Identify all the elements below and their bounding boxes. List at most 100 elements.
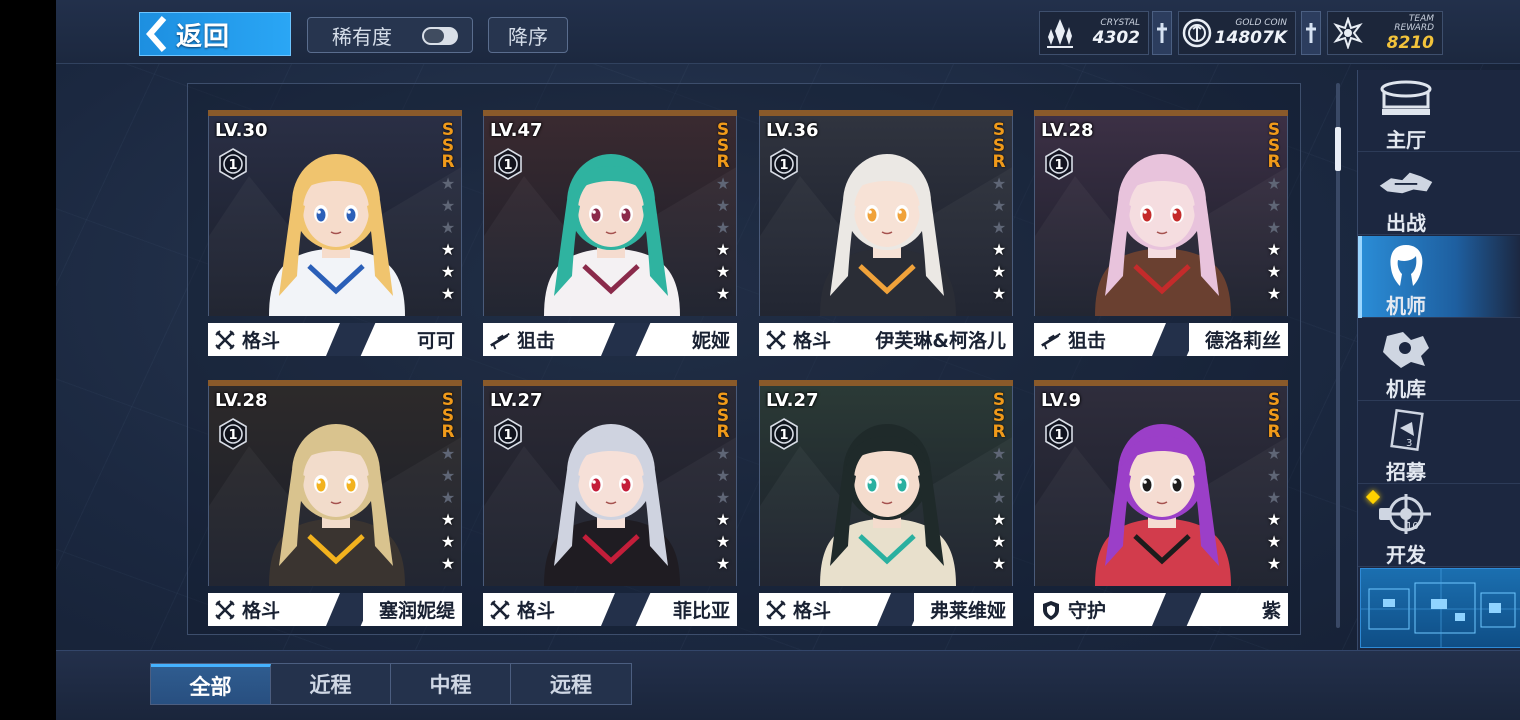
nav-item-hall[interactable]: 主厅 xyxy=(1358,70,1520,152)
rarity-label: SSR xyxy=(438,120,458,168)
tab-3[interactable]: 远程 xyxy=(511,664,631,704)
pilot-card[interactable]: LV.27 1 SSR ★ ★ ★ ★ ★ ★ 格斗 弗莱维娅 xyxy=(759,380,1013,626)
crossed-swords-icon xyxy=(765,329,787,351)
nav-item-recruit[interactable]: 招募 3 xyxy=(1358,402,1520,484)
star-rating: ★ ★ ★ ★ ★ ★ xyxy=(1265,444,1283,573)
card-footer: 狙击 妮娅 xyxy=(483,323,737,356)
pilot-card[interactable]: LV.91SSR★★★★★★任务中守护紫 xyxy=(1034,380,1288,626)
scrollbar-thumb[interactable] xyxy=(1335,127,1341,171)
back-button[interactable]: 返回 xyxy=(139,12,291,56)
sort-order-button[interactable]: 降序 xyxy=(488,17,568,53)
star-icon: ★ xyxy=(1266,284,1282,303)
crystal-counter: CRYSTAL 4302 xyxy=(1039,11,1149,55)
pilot-level: LV.9 xyxy=(1041,390,1081,411)
role-label: 守护 xyxy=(1068,600,1107,622)
shield-icon xyxy=(1040,599,1062,621)
add-gold-button[interactable] xyxy=(1301,11,1321,55)
pilot-card[interactable]: LV.28 1 SSR ★ ★ ★ ★ ★ ★ 格斗 塞润妮缇 xyxy=(208,380,462,626)
star-icon: ★ xyxy=(715,532,731,551)
svg-text:1: 1 xyxy=(1054,428,1063,443)
role-label: 狙击 xyxy=(1068,330,1107,352)
add-crystal-button[interactable] xyxy=(1152,11,1172,55)
pilot-name: 弗莱维娅 xyxy=(913,593,1006,626)
rarity-label: SSR xyxy=(713,120,733,168)
minimap[interactable] xyxy=(1360,568,1520,648)
role-tag: 格斗 xyxy=(483,593,615,626)
rarity-label: 稀有度 xyxy=(332,24,392,49)
pilot-portrait xyxy=(208,386,462,586)
tier-badge-icon: 1 xyxy=(217,418,249,450)
tier-badge-icon: 1 xyxy=(768,148,800,180)
right-nav: 主厅 出战机师机库 招募 3 开发 10 xyxy=(1357,70,1520,650)
rarity-toggle[interactable] xyxy=(422,27,458,45)
role-label: 格斗 xyxy=(242,330,281,352)
pilot-card[interactable]: LV.27 1 SSR ★ ★ ★ ★ ★ ★ 格斗 菲比亚 xyxy=(483,380,737,626)
pilot-screen: 返回 稀有度 降序 CRYSTAL 4302 GOLD COIN 14807K … xyxy=(56,0,1520,720)
role-tag: 格斗 xyxy=(759,593,891,626)
role-tag: 狙击 xyxy=(483,323,615,356)
card-footer: 守护 紫 xyxy=(1034,593,1288,626)
pilot-name: 紫 xyxy=(1245,593,1281,626)
card-footer: 格斗 可可 xyxy=(208,323,462,356)
nav-label: 开发 xyxy=(1386,543,1426,567)
rarity-filter-button[interactable]: 稀有度 xyxy=(307,17,473,53)
svg-text:1: 1 xyxy=(228,158,237,173)
chevron-left-icon xyxy=(144,12,170,56)
star-icon: ★ xyxy=(991,174,1007,193)
star-icon: ★ xyxy=(715,554,731,573)
star-icon: ★ xyxy=(1266,262,1282,281)
pilot-card[interactable]: LV.47 1 SSR ★ ★ ★ ★ ★ ★ 狙击 妮娅 xyxy=(483,110,737,356)
star-icon: ★ xyxy=(715,444,731,463)
nav-item-pilot[interactable]: 机师 xyxy=(1358,236,1520,318)
nav-item-sortie[interactable]: 出战 xyxy=(1358,153,1520,235)
star-icon: ★ xyxy=(440,284,456,303)
star-icon: ★ xyxy=(991,488,1007,507)
nav-label: 机师 xyxy=(1386,294,1426,318)
star-icon: ★ xyxy=(1266,444,1282,463)
tier-badge-icon: 1 xyxy=(768,418,800,450)
svg-text:1: 1 xyxy=(1054,158,1063,173)
tier-badge-icon: 1 xyxy=(492,148,524,180)
rarity-label: SSR xyxy=(1264,390,1284,438)
top-bar: 返回 稀有度 降序 CRYSTAL 4302 GOLD COIN 14807K … xyxy=(56,0,1520,64)
team-reward-caption: TEAM REWARD xyxy=(1394,13,1434,33)
crystal-icon xyxy=(1040,13,1080,53)
tab-0[interactable]: 全部 xyxy=(151,664,271,704)
pilot-portrait xyxy=(759,386,1013,586)
rarity-label: SSR xyxy=(438,390,458,438)
star-icon: ★ xyxy=(440,510,456,529)
star-rating: ★ ★ ★ ★ ★ ★ xyxy=(990,444,1008,573)
grid-scrollbar[interactable] xyxy=(1335,83,1341,628)
pilot-name: 妮娅 xyxy=(675,323,730,356)
crossed-swords-icon xyxy=(214,599,236,621)
gold-coin-caption: GOLD COIN xyxy=(1235,18,1287,28)
tab-1[interactable]: 近程 xyxy=(271,664,391,704)
svg-text:1: 1 xyxy=(503,158,512,173)
nav-item-develop[interactable]: 开发 10 xyxy=(1358,485,1520,567)
star-rating: ★ ★ ★ ★ ★ ★ xyxy=(714,174,732,303)
role-tag: 狙击 xyxy=(1034,323,1166,356)
rarity-label: SSR xyxy=(989,120,1009,168)
crossed-swords-icon xyxy=(765,599,787,621)
star-rating: ★ ★ ★ ★ ★ ★ xyxy=(1265,174,1283,303)
star-icon: ★ xyxy=(715,218,731,237)
star-icon: ★ xyxy=(440,174,456,193)
star-icon: ★ xyxy=(991,554,1007,573)
pilot-card[interactable]: LV.36 1 SSR ★ ★ ★ ★ ★ ★ 格斗 伊芙琳&柯洛儿 xyxy=(759,110,1013,356)
hall-icon xyxy=(1376,76,1436,122)
svg-text:1: 1 xyxy=(503,428,512,443)
tab-2[interactable]: 中程 xyxy=(391,664,511,704)
pilot-card[interactable]: LV.28 1 SSR ★ ★ ★ ★ ★ ★ 狙击 德洛莉丝 xyxy=(1034,110,1288,356)
star-icon: ★ xyxy=(715,196,731,215)
rarity-label: SSR xyxy=(989,390,1009,438)
pilot-name: 可可 xyxy=(400,323,455,356)
role-label: 格斗 xyxy=(517,600,556,622)
star-icon: ★ xyxy=(1266,174,1282,193)
sortie-icon xyxy=(1376,159,1436,205)
nav-label: 机库 xyxy=(1386,377,1426,401)
star-icon: ★ xyxy=(1266,196,1282,215)
star-icon: ★ xyxy=(440,444,456,463)
nav-item-hangar[interactable]: 机库 xyxy=(1358,319,1520,401)
team-reward-value: 8210 xyxy=(1386,32,1434,53)
pilot-card[interactable]: LV.30 1 SSR ★ ★ ★ ★ ★ ★ 格斗 可可 xyxy=(208,110,462,356)
